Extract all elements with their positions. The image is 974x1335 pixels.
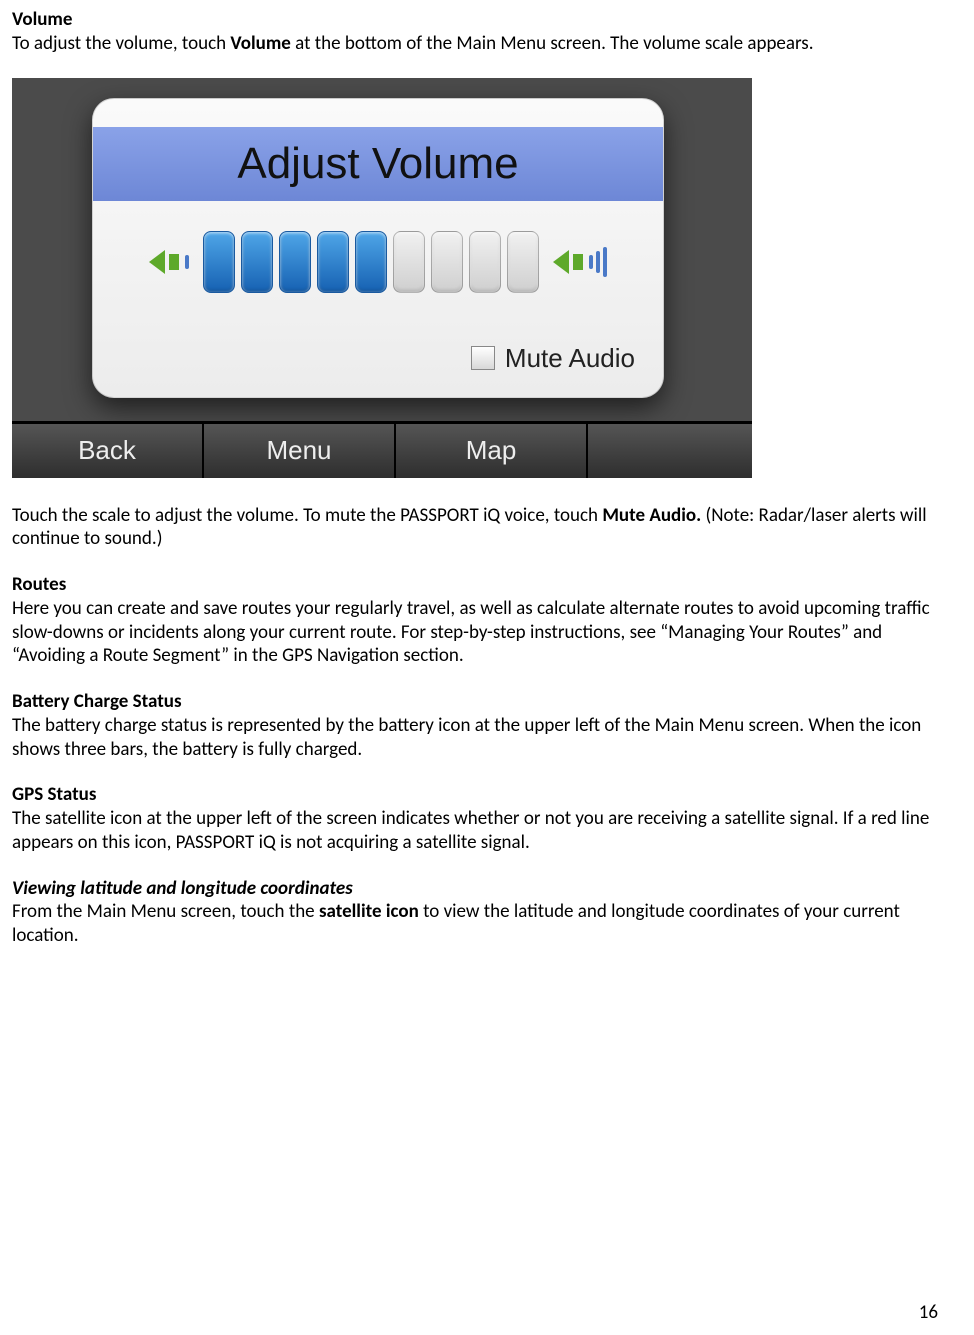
text-bold: satellite icon — [319, 900, 419, 923]
text: Touch the scale to adjust the volume. To… — [12, 504, 602, 527]
heading-battery: Battery Charge Status — [12, 690, 938, 714]
paragraph-volume-intro: To adjust the volume, touch Volume at th… — [12, 32, 938, 56]
volume-panel: Adjust Volume — [92, 98, 664, 398]
mute-audio-toggle[interactable]: Mute Audio — [471, 342, 635, 375]
bottom-bar: Back Menu Map — [12, 421, 752, 478]
heading-gps: GPS Status — [12, 783, 938, 807]
volume-bar[interactable] — [317, 231, 349, 293]
heading-volume: Volume — [12, 8, 938, 32]
text: To adjust the volume, touch — [12, 32, 230, 55]
device-screenshot: Adjust Volume — [12, 78, 752, 478]
paragraph-volume-after: Touch the scale to adjust the volume. To… — [12, 504, 938, 552]
volume-bar[interactable] — [203, 231, 235, 293]
page-number: 16 — [919, 1301, 938, 1325]
text-bold: Mute Audio. — [602, 504, 701, 527]
volume-bar[interactable] — [469, 231, 501, 293]
paragraph-gps: The satellite icon at the upper left of … — [12, 807, 938, 855]
menu-button[interactable]: Menu — [204, 424, 396, 478]
volume-scale[interactable] — [203, 231, 539, 293]
paragraph-battery: The battery charge status is represented… — [12, 714, 938, 762]
back-button[interactable]: Back — [12, 424, 204, 478]
volume-bar[interactable] — [241, 231, 273, 293]
bottom-bar-spacer — [588, 424, 752, 478]
text-bold: Volume — [230, 32, 290, 55]
heading-coords: Viewing latitude and longitude coordinat… — [12, 877, 938, 901]
paragraph-coords: From the Main Menu screen, touch the sat… — [12, 900, 938, 948]
paragraph-routes: Here you can create and save routes your… — [12, 597, 938, 668]
volume-bar[interactable] — [355, 231, 387, 293]
panel-title: Adjust Volume — [93, 127, 663, 201]
volume-down-icon[interactable] — [149, 250, 189, 274]
volume-bar[interactable] — [393, 231, 425, 293]
volume-up-icon[interactable] — [553, 247, 607, 277]
volume-bar[interactable] — [431, 231, 463, 293]
checkbox-icon[interactable] — [471, 346, 495, 370]
text: From the Main Menu screen, touch the — [12, 900, 319, 923]
volume-row — [93, 231, 663, 293]
volume-bar[interactable] — [507, 231, 539, 293]
map-button[interactable]: Map — [396, 424, 588, 478]
volume-bar[interactable] — [279, 231, 311, 293]
mute-label: Mute Audio — [505, 342, 635, 375]
heading-routes: Routes — [12, 573, 938, 597]
text: at the bottom of the Main Menu screen. T… — [291, 32, 814, 55]
